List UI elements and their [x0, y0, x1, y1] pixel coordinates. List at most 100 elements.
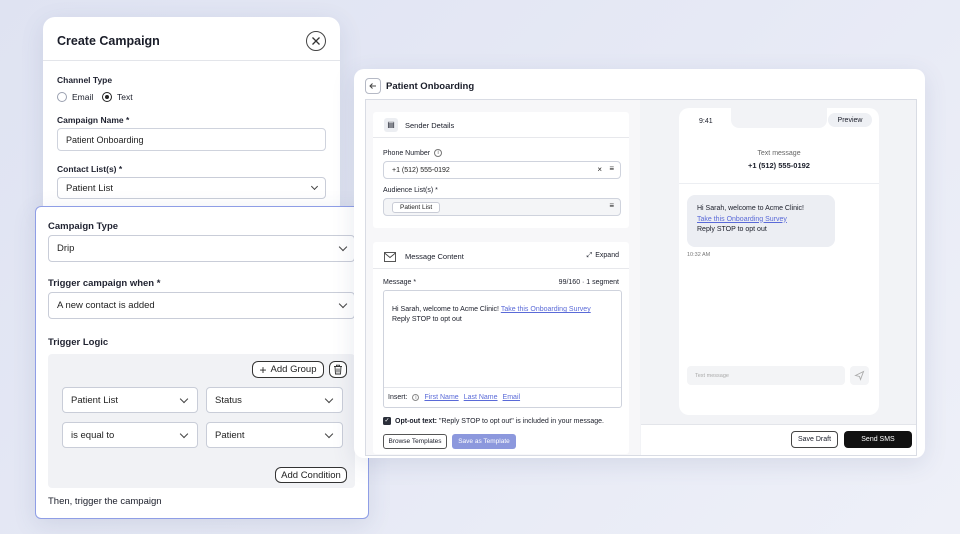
audience-chip[interactable]: Patient List	[392, 201, 441, 213]
optout-bold: Opt-out text:	[395, 417, 437, 425]
optout-text: "Reply STOP to opt out" is included in y…	[438, 417, 604, 425]
campaign-type-label: Campaign Type	[48, 221, 119, 232]
contact-lists-select[interactable]: Patient List	[57, 177, 326, 199]
arrow-left-icon	[369, 83, 376, 89]
bubble-link[interactable]: Take this Onboarding Survey	[697, 216, 787, 223]
insert-email[interactable]: Email	[503, 394, 521, 401]
condition1-value-select[interactable]: Status	[206, 387, 343, 413]
send-sms-button[interactable]: Send SMS	[844, 431, 912, 448]
editor-right: 9:41 Preview Text message +1 (512) 555-0…	[641, 100, 916, 424]
radio-email-label: Email	[72, 92, 94, 102]
chevron-down-icon	[338, 299, 348, 309]
survey-link[interactable]: Take this Onboarding Survey	[501, 306, 591, 313]
condition1-field-value: Patient List	[71, 394, 118, 406]
trigger-when-select[interactable]: A new contact is added	[48, 292, 355, 319]
divider	[43, 60, 340, 61]
editor-frame: ▤ Sender Details Phone Number i +1 (512)…	[365, 99, 917, 456]
condition2-value: Patient	[215, 429, 245, 441]
expand-label: Expand	[595, 252, 619, 259]
trigger-panel: Campaign Type Drip Trigger campaign when…	[35, 206, 369, 519]
menu-icon[interactable]: ≡	[609, 201, 614, 210]
chevron-down-icon	[324, 394, 334, 404]
mail-icon	[384, 249, 398, 262]
add-condition-button[interactable]: Add Condition	[275, 467, 347, 483]
campaign-name-input[interactable]: Patient Onboarding	[57, 128, 326, 151]
sender-header: ▤ Sender Details	[373, 112, 629, 138]
condition1-field-select[interactable]: Patient List	[62, 387, 198, 413]
chevron-down-icon	[338, 242, 348, 252]
phone-number-input[interactable]: +1 (512) 555-0192 × ≡	[383, 161, 621, 179]
insert-last-name[interactable]: Last Name	[464, 394, 498, 401]
audience-input[interactable]: Patient List ≡	[383, 198, 621, 216]
bubble-line3: Reply STOP to opt out	[697, 226, 767, 233]
condition2-operator-select[interactable]: is equal to	[62, 422, 198, 448]
editor-left: ▤ Sender Details Phone Number i +1 (512)…	[366, 100, 640, 455]
onboarding-window: Patient Onboarding ▤ Sender Details Phon…	[354, 69, 925, 458]
condition1-value: Status	[215, 394, 242, 406]
radio-email[interactable]: Email	[57, 92, 93, 102]
info-icon: i	[412, 394, 420, 401]
phone-preview: 9:41 Preview Text message +1 (512) 555-0…	[679, 108, 879, 415]
sender-card: ▤ Sender Details Phone Number i +1 (512)…	[373, 112, 629, 228]
campaign-type-select[interactable]: Drip	[48, 235, 355, 262]
message-line1: Hi Sarah, welcome to Acme Clinic!	[392, 306, 499, 313]
id-card-icon: ▤	[384, 118, 398, 132]
audience-label: Audience List(s) *	[383, 187, 438, 194]
delete-group-button[interactable]	[329, 361, 347, 378]
compose-input[interactable]: Text message	[687, 366, 845, 385]
menu-icon[interactable]: ≡	[609, 164, 614, 173]
expand-icon: ⤢	[586, 252, 593, 259]
chevron-down-icon	[179, 394, 189, 404]
optout-row: ✓ Opt-out text: "Reply STOP to opt out" …	[383, 417, 604, 425]
create-campaign-panel: Create Campaign Channel Type Email Text …	[43, 17, 340, 217]
trigger-when-value: A new contact is added	[57, 300, 155, 311]
footer-bar: Save Draft Send SMS	[641, 424, 916, 455]
phone-number-label: Phone Number i	[383, 149, 443, 157]
info-icon: i	[434, 149, 443, 157]
insert-label: Insert:	[388, 394, 408, 401]
radio-text-label: Text	[117, 92, 133, 102]
campaign-type-value: Drip	[57, 243, 75, 254]
phone-number-label-text: Phone Number	[383, 149, 431, 157]
chevron-down-icon	[310, 182, 319, 191]
contact-lists-label: Contact List(s) *	[57, 164, 123, 174]
radio-text[interactable]: Text	[102, 92, 133, 102]
preview-badge[interactable]: Preview	[828, 113, 872, 127]
message-card: Message Content ⤢ Expand Message * 99/16…	[373, 242, 629, 454]
back-button[interactable]	[365, 78, 381, 94]
close-button[interactable]	[306, 31, 326, 51]
save-template-button[interactable]: Save as Template	[452, 434, 516, 449]
message-bubble: Hi Sarah, welcome to Acme Clinic! Take t…	[687, 195, 835, 247]
thread-number: +1 (512) 555-0192	[748, 161, 810, 170]
optout-checkbox[interactable]: ✓	[383, 417, 391, 425]
clear-icon[interactable]: ×	[597, 165, 602, 174]
insert-first-name[interactable]: First Name	[424, 394, 458, 401]
condition2-value-select[interactable]: Patient	[206, 422, 343, 448]
thread-subtitle: Text message	[757, 150, 801, 157]
close-icon	[312, 37, 320, 45]
add-group-button[interactable]: + Add Group	[252, 361, 324, 378]
bubble-line1: Hi Sarah, welcome to Acme Clinic!	[697, 205, 804, 212]
phone-number-value: +1 (512) 555-0192	[392, 166, 450, 174]
campaign-name-label: Campaign Name *	[57, 115, 130, 125]
segment-count: 99/160 · 1 segment	[558, 279, 619, 286]
chevron-down-icon	[324, 429, 334, 439]
browse-templates-button[interactable]: Browse Templates	[383, 434, 447, 449]
radio-email-circle[interactable]	[57, 92, 67, 102]
trigger-logic-box: + Add Group Patient List Status is equal…	[48, 354, 355, 488]
save-draft-button[interactable]: Save Draft	[791, 431, 838, 448]
send-icon[interactable]	[850, 366, 869, 385]
radio-text-circle[interactable]	[102, 92, 112, 102]
trigger-when-label: Trigger campaign when *	[48, 278, 161, 289]
expand-button[interactable]: ⤢ Expand	[587, 252, 619, 260]
trigger-logic-label: Trigger Logic	[48, 337, 109, 348]
insert-bar: Insert: i First Name Last Name Email	[384, 387, 621, 407]
window-title: Patient Onboarding	[386, 81, 475, 92]
bubble-time: 10:32 AM	[687, 252, 711, 258]
message-header: Message Content ⤢ Expand	[373, 242, 629, 269]
panel-title: Create Campaign	[57, 34, 160, 48]
condition2-operator-value: is equal to	[71, 429, 115, 441]
message-textarea[interactable]: Hi Sarah, welcome to Acme Clinic! Take t…	[383, 290, 622, 408]
phone-notch	[731, 108, 827, 128]
message-label: Message *	[383, 279, 417, 286]
